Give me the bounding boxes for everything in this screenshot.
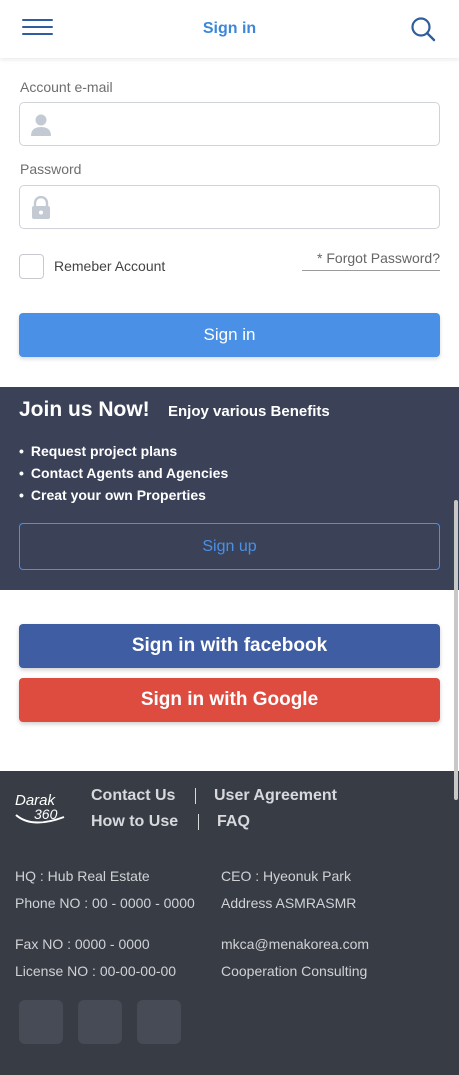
ceo-info: CEO : Hyeonuk Park xyxy=(221,868,351,884)
darak360-logo: Darak 360 xyxy=(15,792,65,824)
google-sign-in-button[interactable]: Sign in with Google xyxy=(19,678,440,722)
cooperation-info: Cooperation Consulting xyxy=(221,963,368,979)
lock-icon xyxy=(32,196,50,219)
fax-info: Fax NO : 0000 - 0000 xyxy=(15,936,150,952)
page-title: Sign in xyxy=(202,20,257,37)
benefit-item: Request project plans xyxy=(19,440,228,462)
email-info[interactable]: mkca@menakorea.com xyxy=(221,936,369,952)
benefit-item: Creat your own Properties xyxy=(19,484,228,506)
how-to-use-link[interactable]: How to Use xyxy=(91,813,178,831)
password-field[interactable] xyxy=(19,185,440,229)
contact-us-link[interactable]: Contact Us xyxy=(91,787,175,805)
email-label: Account e-mail xyxy=(20,79,113,95)
join-title: Join us Now! xyxy=(19,398,150,421)
join-section: Join us Now! Enjoy various Benefits Requ… xyxy=(0,387,459,590)
link-divider xyxy=(198,814,199,830)
license-info: License NO : 00-00-00-00 xyxy=(15,963,177,979)
scrollbar[interactable] xyxy=(454,500,458,800)
user-agreement-link[interactable]: User Agreement xyxy=(214,787,337,805)
email-field[interactable] xyxy=(19,102,440,146)
sign-up-button[interactable]: Sign up xyxy=(19,523,440,570)
facebook-sign-in-button[interactable]: Sign in with facebook xyxy=(19,624,440,668)
sign-in-button[interactable]: Sign in xyxy=(19,313,440,357)
footer: Darak 360 Contact Us User Agreement How … xyxy=(0,771,459,1075)
social-icon[interactable] xyxy=(78,1000,122,1044)
address-info: Address ASMRASMR xyxy=(221,895,357,911)
social-icon[interactable] xyxy=(137,1000,181,1044)
join-subtitle: Enjoy various Benefits xyxy=(168,403,330,420)
link-divider xyxy=(195,788,196,804)
benefit-item: Contact Agents and Agencies xyxy=(19,462,228,484)
password-label: Password xyxy=(20,161,82,177)
faq-link[interactable]: FAQ xyxy=(217,813,250,831)
search-icon[interactable] xyxy=(410,16,436,42)
social-icon[interactable] xyxy=(19,1000,63,1044)
remember-checkbox[interactable] xyxy=(19,254,44,279)
user-icon xyxy=(31,114,51,136)
forgot-password-link[interactable]: * Forgot Password? xyxy=(302,250,440,271)
top-header: Sign in xyxy=(0,0,459,58)
remember-label[interactable]: Remeber Account xyxy=(54,258,165,274)
hq-info: HQ : Hub Real Estate xyxy=(15,868,150,884)
phone-info: Phone NO : 00 - 0000 - 0000 xyxy=(15,895,195,911)
benefits-list: Request project plans Contact Agents and… xyxy=(19,440,228,506)
